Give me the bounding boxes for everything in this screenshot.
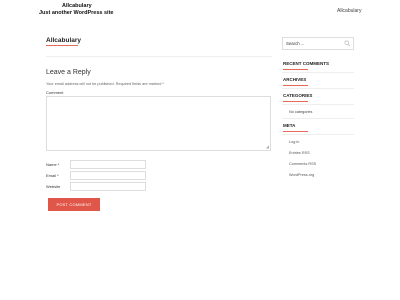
widget-divider (282, 118, 354, 119)
meta-link-entries-rss[interactable]: Entries RSS (289, 151, 310, 155)
name-field[interactable] (70, 160, 146, 169)
title-underline (46, 45, 78, 46)
comment-label: Comment (46, 90, 64, 95)
site-name[interactable]: Allcabulary (62, 3, 92, 9)
no-categories-text: No categories (289, 110, 313, 114)
meta-title: Meta (283, 123, 296, 128)
categories-title: Categories (283, 93, 313, 98)
meta-link-login[interactable]: Log in (289, 140, 299, 144)
email-label: Email * (46, 173, 59, 178)
widget-underline (283, 85, 308, 86)
page-title: Allcabulary (46, 37, 82, 44)
post-comment-button[interactable]: Post Comment (48, 198, 100, 211)
widget-divider (282, 88, 354, 89)
email-field[interactable] (70, 171, 146, 180)
name-label: Name * (46, 162, 60, 167)
nav-link-home[interactable]: Allcabulary (337, 8, 361, 14)
resize-handle-icon[interactable]: ◢ (266, 145, 269, 149)
search-icon[interactable] (344, 40, 351, 47)
site-header: Allcabulary Just another WordPress site … (0, 0, 400, 22)
website-label: Website (46, 184, 61, 189)
recent-comments-title: Recent Comments (283, 61, 329, 66)
widget-underline (283, 101, 308, 102)
content-divider (46, 56, 272, 57)
widget-underline (283, 69, 308, 70)
reply-title: Leave a Reply (46, 69, 91, 76)
comment-textarea[interactable]: ◢ (46, 96, 271, 151)
widget-underline (283, 131, 308, 132)
site-description: Just another WordPress site (39, 10, 114, 16)
search-input[interactable]: Search ... (282, 37, 354, 50)
widget-divider (282, 104, 354, 105)
search-placeholder: Search ... (286, 41, 305, 46)
widget-divider (282, 72, 354, 73)
archives-title: Archives (283, 77, 307, 82)
widget-divider (282, 134, 354, 135)
reply-note: Your email address will not be published… (46, 82, 164, 86)
website-field[interactable] (70, 182, 146, 191)
meta-link-comments-rss[interactable]: Comments RSS (289, 162, 316, 166)
meta-link-wordpress-org[interactable]: WordPress.org (289, 173, 314, 177)
